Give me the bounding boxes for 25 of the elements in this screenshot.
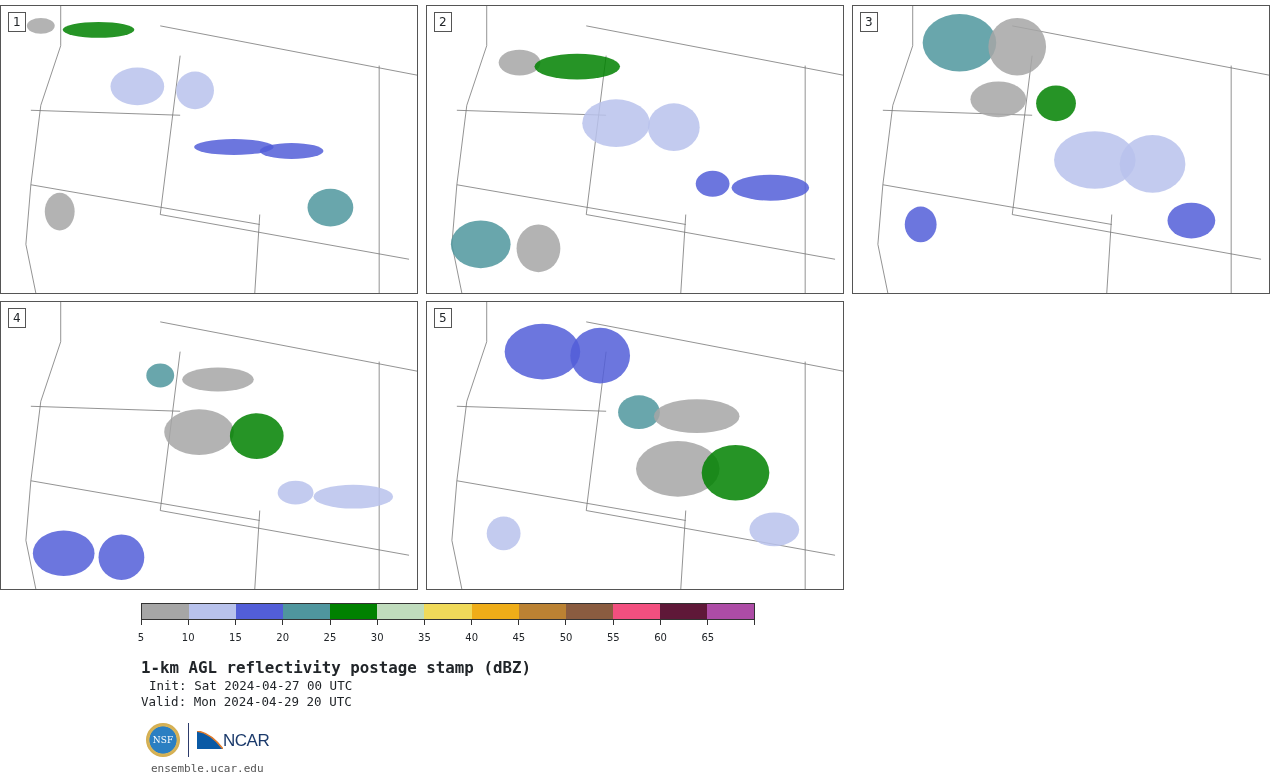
tick-label: 45 [512,632,526,644]
swoosh-icon [197,731,223,750]
tick-label: 25 [323,632,337,644]
site-url: ensemble.ucar.edu [151,762,264,773]
tick-label: 50 [559,632,573,644]
tick-label: 60 [654,632,667,644]
panel-number: 5 [434,308,452,328]
seal-logo: NSF [146,723,180,758]
tick-label: 15 [229,632,242,644]
tick-label: 30 [370,632,384,644]
panel-number: 3 [860,12,878,32]
tick-label: 55 [607,632,620,644]
panel-number: 4 [8,308,26,328]
init-time: Init: Sat 2024-04-27 00 UTC [148,678,353,694]
panel-number: 2 [434,12,452,32]
chart-title: 1-km AGL reflectivity postage stamp (dBZ) [141,659,531,678]
tick-label: 35 [418,632,431,644]
tick-label: 20 [276,632,290,644]
tick-label: 65 [701,632,715,644]
panel-number: 1 [8,12,26,32]
tick-label: 5 [137,632,145,644]
valid-time: Valid: Mon 2024-04-29 20 UTC [141,694,352,710]
wordmark-logo: NCAR [223,732,270,750]
tick-label: 10 [181,632,195,644]
tick-label: 40 [465,632,478,644]
